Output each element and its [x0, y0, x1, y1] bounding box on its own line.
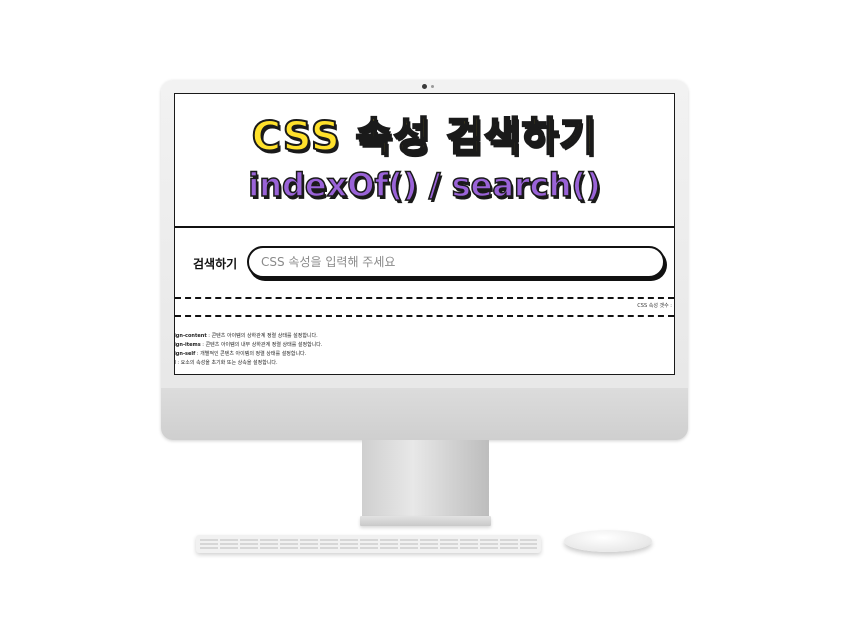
mouse	[564, 530, 652, 552]
page-subtitle: indexOf() / search()	[248, 165, 602, 205]
camera-icon	[422, 84, 427, 89]
property-name: align-items	[174, 342, 201, 348]
property-desc: : 콘텐츠 아이템의 내부 상하관계 정렬 상태를 설정합니다.	[200, 342, 323, 348]
imac-chin	[161, 388, 688, 440]
list-item: all : 요소의 속성을 초기화 또는 상속을 설정합니다.	[175, 359, 674, 368]
keyboard	[196, 535, 541, 553]
keyboard-key-row	[200, 547, 537, 549]
results-count-bar: CSS 속성 갯수 :	[175, 297, 674, 317]
property-desc: : 콘텐츠 아이템의 상하관계 정렬 상태를 설정합니다.	[206, 333, 318, 339]
page-title: CSS 속성 검색하기	[251, 113, 598, 161]
list-item: align-items : 콘텐츠 아이템의 내부 상하관계 정렬 상태를 설정…	[174, 341, 674, 350]
keyboard-key-row	[200, 543, 537, 545]
keyboard-key-row	[200, 539, 537, 541]
search-label: 검색하기	[193, 257, 238, 271]
hero-header: CSS 속성 검색하기 indexOf() / search()	[175, 94, 674, 228]
list-item: align-self : 개별적인 콘텐츠 아이템의 정렬 상태를 설정합니다.	[174, 350, 674, 359]
camera-indicator-icon	[431, 85, 434, 88]
search-input[interactable]	[247, 246, 665, 278]
imac-stand-base	[360, 516, 491, 526]
imac-stand	[362, 440, 489, 520]
search-row: 검색하기	[175, 246, 674, 282]
property-name: align-content	[175, 333, 207, 339]
property-desc: : 개별적인 콘텐츠 아이템의 정렬 상태를 설정합니다.	[195, 351, 307, 357]
screen: CSS 속성 검색하기 indexOf() / search() 검색하기 CS…	[174, 93, 675, 375]
property-list: align-content : 콘텐츠 아이템의 상하관계 정렬 상태를 설정합…	[175, 332, 674, 368]
property-desc: : 요소의 속성을 초기화 또는 상속을 설정합니다.	[175, 360, 278, 366]
list-item: align-content : 콘텐츠 아이템의 상하관계 정렬 상태를 설정합…	[175, 332, 674, 341]
property-name: align-self	[174, 351, 196, 357]
results-count: CSS 속성 갯수 :	[637, 303, 672, 309]
